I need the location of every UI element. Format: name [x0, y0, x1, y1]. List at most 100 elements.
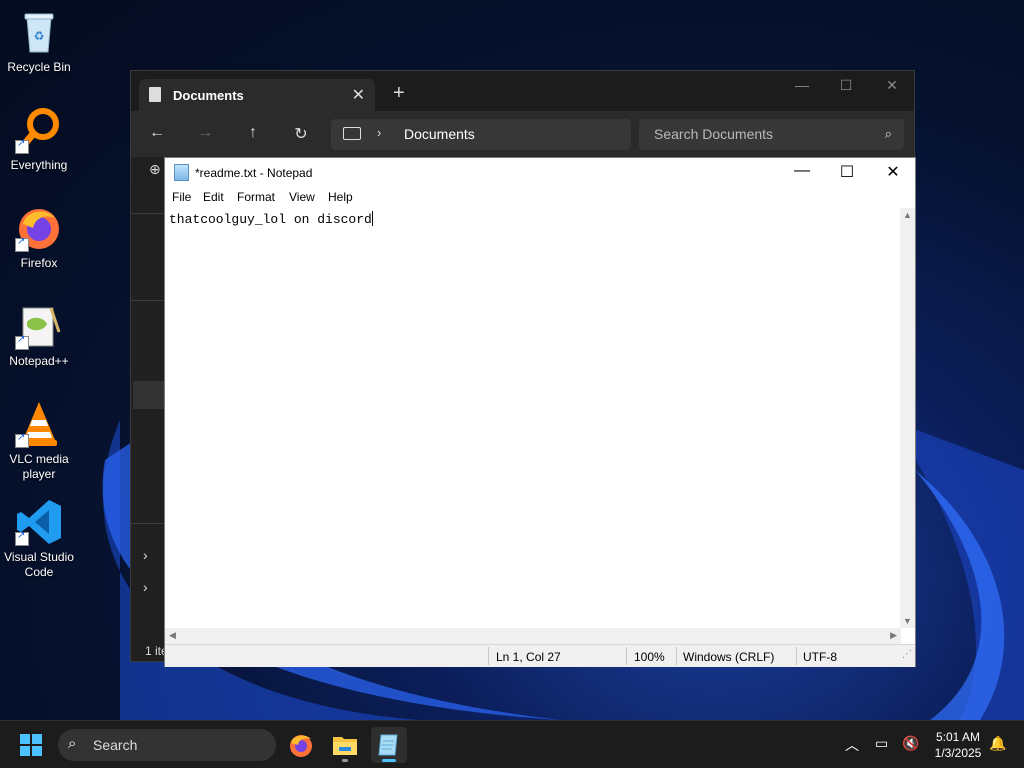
firefox-icon — [15, 204, 63, 252]
menu-edit[interactable]: Edit — [203, 190, 224, 204]
status-position: Ln 1, Col 27 — [496, 650, 561, 664]
maximize-icon[interactable]: ☐ — [823, 77, 869, 94]
explorer-search-input[interactable]: Search Documents ⌕ — [639, 119, 904, 150]
text-caret — [371, 211, 373, 226]
shortcut-arrow-icon — [15, 432, 29, 448]
desktop-icon-recycle-bin[interactable]: ♻ Recycle Bin — [2, 8, 76, 75]
windows-logo-tile — [32, 746, 42, 756]
firefox-icon — [290, 735, 312, 757]
notepad-titlebar: *readme.txt - Notepad — ☐ ✕ — [165, 158, 915, 186]
divider — [131, 300, 165, 301]
search-icon: ⌕ — [884, 126, 892, 141]
desktop-icon-label: Recycle Bin — [7, 60, 71, 74]
desktop-icon-firefox[interactable]: Firefox — [2, 204, 76, 271]
taskbar-app-notepad[interactable] — [371, 727, 407, 763]
desktop-icon-label: Notepad++ — [9, 354, 69, 368]
shortcut-arrow-icon — [15, 334, 29, 350]
volume-muted-icon[interactable]: 🔇 — [902, 735, 919, 752]
back-arrow-icon[interactable]: ← — [145, 124, 169, 142]
maximize-icon[interactable]: ☐ — [824, 162, 870, 182]
desktop-icon-label: Everything — [10, 158, 68, 172]
forward-arrow-icon[interactable]: → — [193, 124, 217, 142]
minimize-icon[interactable]: — — [779, 77, 825, 93]
recycle-bin-icon: ♻ — [15, 8, 63, 56]
close-tab-icon[interactable]: ✕ — [352, 85, 365, 105]
nav-pane-selected-item[interactable] — [133, 381, 165, 409]
windows-logo-tile — [32, 734, 42, 744]
desktop-icon-label: Firefox — [20, 256, 58, 270]
close-icon[interactable]: ✕ — [869, 77, 915, 94]
status-zoom: 100% — [634, 650, 665, 664]
chevron-right-icon[interactable]: › — [143, 579, 148, 595]
notepad-window: *readme.txt - Notepad — ☐ ✕ File Edit Fo… — [164, 157, 916, 667]
new-item-icon[interactable]: ⊕ — [149, 161, 161, 178]
network-icon[interactable]: ▭ — [875, 735, 888, 752]
taskbar-search-box[interactable]: ⌕ Search — [58, 729, 276, 761]
windows-logo-tile — [20, 746, 30, 756]
taskbar-clock[interactable]: 5:01 AM 1/3/2025 — [928, 729, 988, 761]
everything-search-icon — [15, 106, 63, 154]
explorer-tab-documents[interactable]: Documents ✕ — [139, 79, 375, 111]
shortcut-arrow-icon — [15, 530, 29, 546]
search-icon: ⌕ — [68, 735, 77, 752]
menu-file[interactable]: File — [172, 190, 191, 204]
running-indicator — [342, 759, 348, 762]
resize-grip-icon[interactable]: ⋰ — [902, 649, 912, 660]
notepad-title: *readme.txt - Notepad — [195, 166, 313, 180]
taskbar-app-firefox[interactable] — [283, 727, 319, 763]
menu-format[interactable]: Format — [237, 190, 275, 204]
desktop-icon-label: VLC media player — [9, 452, 69, 481]
notification-bell-icon[interactable]: 🔔 — [989, 735, 1006, 752]
address-path[interactable]: Documents — [404, 126, 475, 142]
svg-text:♻: ♻ — [34, 29, 45, 43]
desktop-icon-everything[interactable]: Everything — [2, 106, 76, 173]
active-indicator — [382, 759, 396, 762]
scroll-down-icon[interactable]: ▼ — [903, 616, 912, 626]
taskbar-app-file-explorer[interactable] — [327, 727, 363, 763]
scroll-right-icon[interactable]: ▶ — [890, 630, 897, 641]
shortcut-arrow-icon — [15, 236, 29, 252]
address-bar[interactable]: › Documents — [331, 119, 631, 150]
status-separator — [626, 647, 627, 665]
desktop-icon-vlc[interactable]: VLC media player — [2, 400, 76, 482]
explorer-titlebar: Documents ✕ + — ☐ ✕ — [131, 71, 914, 111]
explorer-search-placeholder: Search Documents — [654, 126, 774, 142]
status-separator — [676, 647, 677, 665]
clock-date: 1/3/2025 — [934, 746, 982, 760]
chevron-right-icon[interactable]: › — [377, 125, 381, 140]
new-tab-icon[interactable]: + — [393, 83, 405, 103]
vscode-icon — [15, 498, 63, 546]
refresh-icon[interactable]: ↻ — [289, 124, 313, 144]
explorer-nav-pane: ⊕ › › — [131, 157, 165, 661]
clock-time: 5:01 AM — [935, 730, 981, 744]
up-arrow-icon[interactable]: ↑ — [241, 124, 265, 142]
horizontal-scrollbar[interactable]: ◀ ▶ — [165, 628, 901, 644]
show-hidden-icons-chevron-up-icon[interactable]: ︿ — [845, 735, 859, 755]
close-icon[interactable]: ✕ — [870, 162, 916, 182]
notepad-text-area[interactable]: thatcoolguy_lol on discord — [165, 208, 901, 628]
menu-help[interactable]: Help — [328, 190, 353, 204]
vertical-scrollbar[interactable]: ▲ ▼ — [900, 208, 915, 628]
desktop-icon-notepadpp[interactable]: Notepad++ — [2, 302, 76, 369]
notepadpp-icon — [15, 302, 63, 350]
status-separator — [796, 647, 797, 665]
divider — [131, 523, 165, 524]
windows-logo-icon — [20, 734, 30, 744]
notepad-icon — [378, 734, 398, 756]
notepad-text-content: thatcoolguy_lol on discord — [169, 212, 372, 227]
minimize-icon[interactable]: — — [779, 162, 825, 180]
menu-view[interactable]: View — [289, 190, 315, 204]
status-encoding: UTF-8 — [803, 650, 837, 664]
divider — [131, 213, 165, 214]
chevron-right-icon[interactable]: › — [143, 547, 148, 563]
notepad-statusbar: Ln 1, Col 27 100% Windows (CRLF) UTF-8 ⋰ — [165, 644, 915, 667]
notepad-menubar: File Edit Format View Help — [165, 186, 915, 208]
start-button[interactable] — [20, 734, 42, 756]
desktop-icon-label: Visual Studio Code — [4, 550, 74, 579]
status-separator — [488, 647, 489, 665]
scroll-up-icon[interactable]: ▲ — [903, 210, 912, 220]
status-line-ending: Windows (CRLF) — [683, 650, 775, 664]
desktop-icon-vscode[interactable]: Visual Studio Code — [2, 498, 76, 580]
vlc-icon — [15, 400, 63, 448]
scroll-left-icon[interactable]: ◀ — [169, 630, 176, 641]
